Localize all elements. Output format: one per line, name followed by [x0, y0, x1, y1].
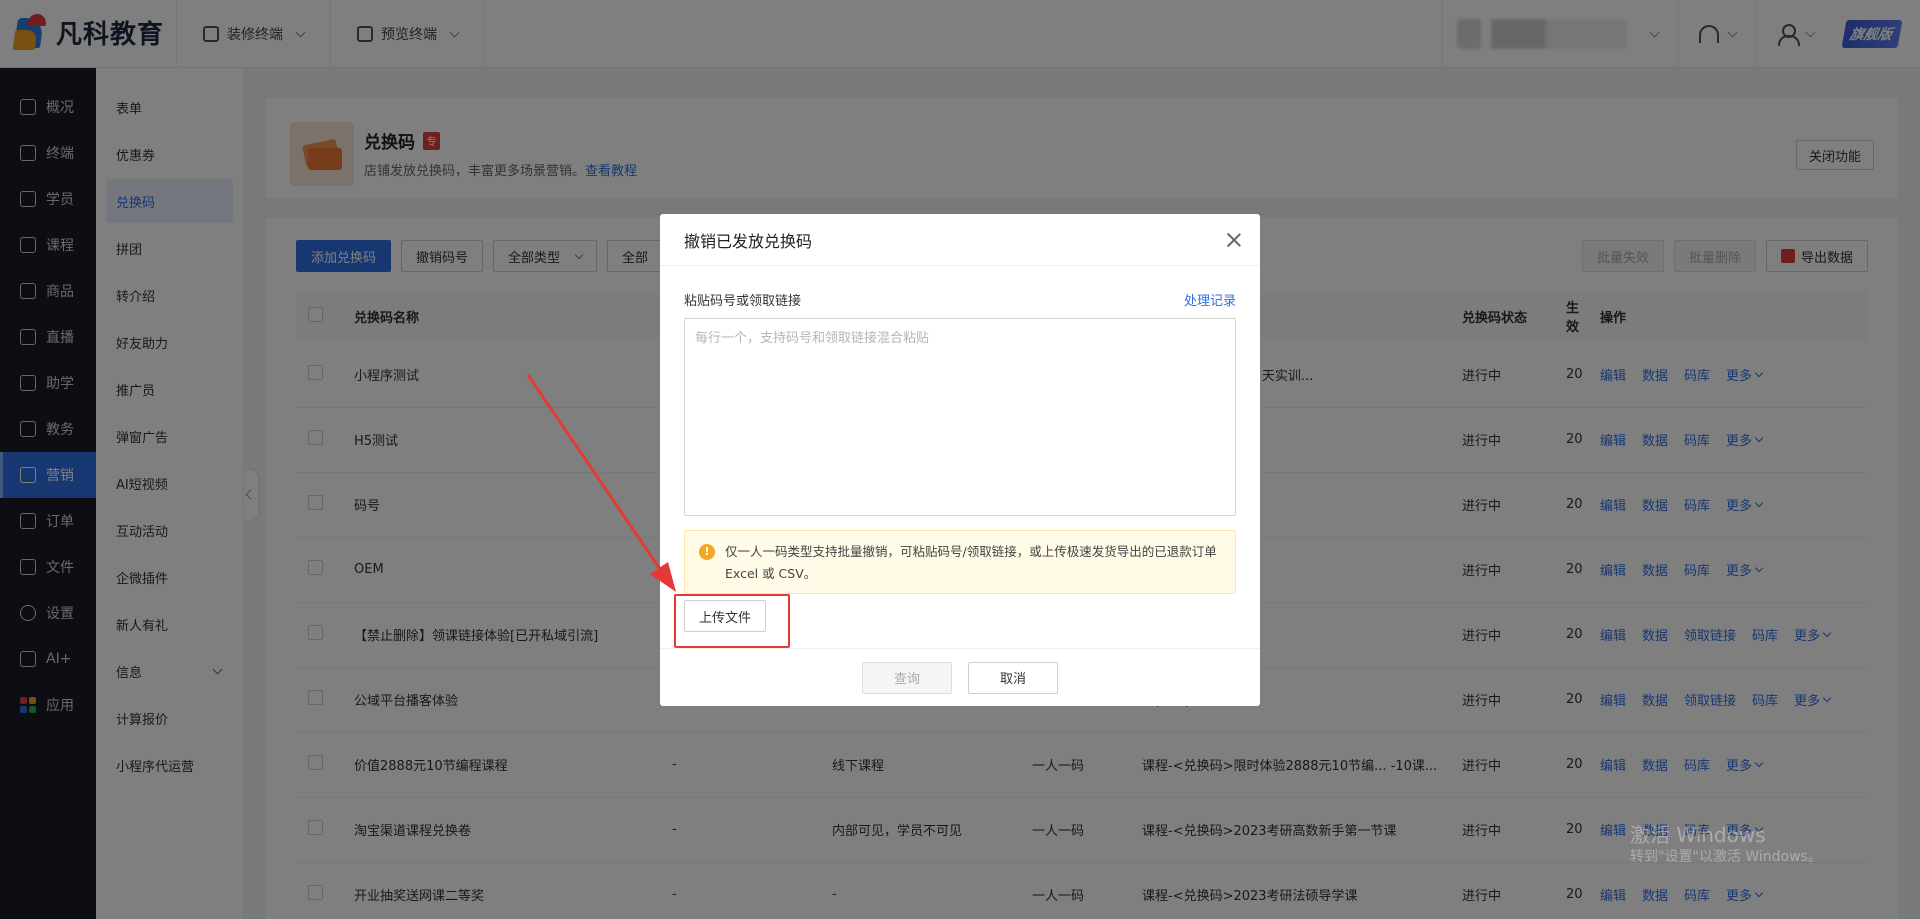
revoke-code-dialog: 撤销已发放兑换码 粘贴码号或领取链接 处理记录 ! 仅一人一码类型支持批量撤销，… — [660, 214, 1260, 706]
cancel-button[interactable]: 取消 — [968, 661, 1058, 694]
close-icon[interactable] — [1226, 232, 1242, 248]
windows-activation-watermark: 激活 Windows 转到"设置"以激活 Windows。 — [1630, 823, 1822, 865]
dialog-title: 撤销已发放兑换码 — [684, 231, 813, 251]
dialog-footer: 查询 取消 — [660, 648, 1260, 706]
process-records-link[interactable]: 处理记录 — [1184, 290, 1236, 309]
paste-field-label: 粘贴码号或领取链接 — [684, 294, 802, 309]
batch-revoke-notice: ! 仅一人一码类型支持批量撤销，可粘贴码号/领取链接，或上传极速发货导出的已退款… — [684, 530, 1236, 594]
upload-file-button[interactable]: 上传文件 — [684, 600, 767, 632]
warning-icon: ! — [699, 544, 715, 560]
paste-codes-textarea[interactable] — [684, 318, 1236, 516]
query-button[interactable]: 查询 — [862, 661, 952, 694]
dialog-header: 撤销已发放兑换码 — [660, 214, 1260, 266]
